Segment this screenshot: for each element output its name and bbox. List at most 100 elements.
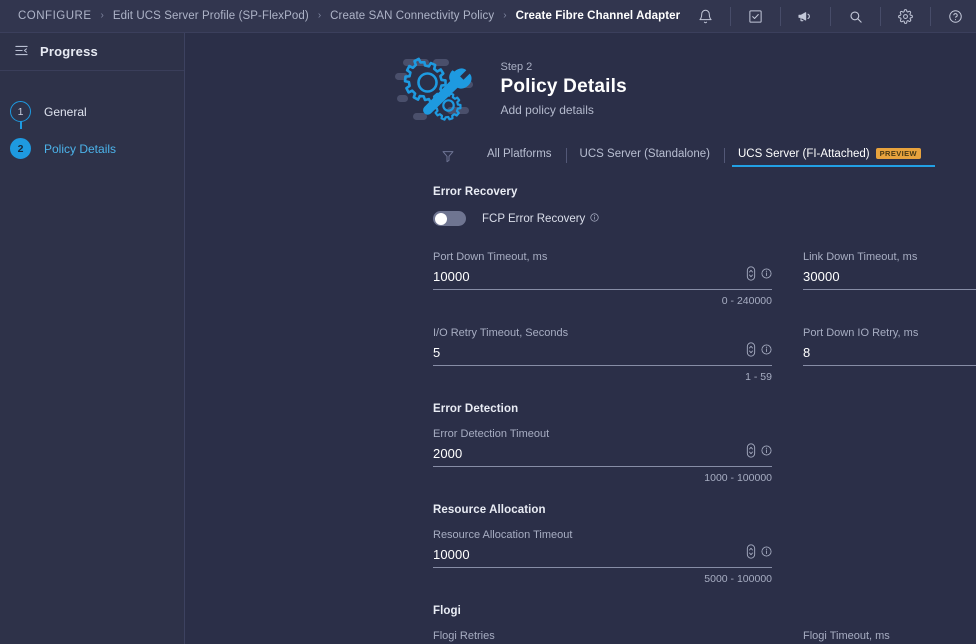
section-title-error-recovery: Error Recovery [433, 186, 518, 198]
field-flogi-timeout: Flogi Timeout, ms 4000 [803, 630, 976, 644]
error-recovery-right-column: Link Down Timeout, ms 30000 Port Down IO… [803, 251, 976, 403]
breadcrumb-item-create-san-connectivity-policy[interactable]: Create SAN Connectivity Policy [330, 10, 494, 22]
field-link-down-timeout: Link Down Timeout, ms 30000 [803, 251, 976, 307]
tab-label: UCS Server (FI-Attached) [737, 147, 870, 160]
breadcrumb-separator: › [317, 10, 322, 21]
tab-ucs-server-standalone[interactable]: UCS Server (Standalone) [565, 147, 724, 167]
sidebar-step-general[interactable]: 1 General [0, 93, 184, 130]
field-flogi-retries: Flogi Retries 8 [433, 630, 772, 644]
field-label: Error Detection Timeout [433, 428, 550, 440]
field-error-detection-timeout: Error Detection Timeout 2000 1000 - 1000… [433, 428, 772, 484]
info-icon[interactable] [590, 212, 599, 225]
field-resource-allocation-timeout: Resource Allocation Timeout 10000 5000 -… [433, 529, 772, 585]
port-down-timeout-input[interactable]: 10000 [433, 266, 772, 290]
resource-allocation-timeout-input[interactable]: 10000 [433, 544, 772, 568]
tab-ucs-server-fi-attached[interactable]: UCS Server (FI-Attached) PREVIEW [723, 147, 936, 167]
filter-funnel-icon[interactable] [441, 149, 455, 166]
fcp-error-recovery-row: FCP Error Recovery [433, 211, 935, 226]
field-controls [746, 443, 772, 462]
info-icon[interactable] [761, 268, 772, 282]
breadcrumb-item-create-fibre-channel-adapter: Create Fibre Channel Adapter [515, 10, 681, 22]
page-body: Progress 1 General 2 Policy Details Step… [0, 33, 976, 644]
error-detection-right-column [803, 428, 976, 504]
task-list-icon[interactable] [730, 0, 780, 33]
fcp-error-recovery-toggle[interactable] [433, 211, 466, 226]
tab-all-platforms[interactable]: All Platforms [473, 148, 566, 167]
port-down-io-retry-input[interactable]: 8 [803, 344, 976, 366]
collapse-panel-icon[interactable] [14, 43, 29, 61]
field-controls [746, 266, 772, 285]
field-range-hint: 0 - 255 [803, 371, 976, 383]
stepper-icon[interactable] [746, 342, 756, 360]
stepper-icon[interactable] [746, 443, 756, 461]
link-down-timeout-input[interactable]: 30000 [803, 268, 976, 290]
gear-icon[interactable] [880, 0, 930, 33]
resource-allocation-fields: Resource Allocation Timeout 10000 5000 -… [433, 529, 935, 605]
fcp-error-recovery-label: FCP Error Recovery [482, 212, 586, 225]
field-controls [746, 342, 772, 361]
top-navigation-bar: CONFIGURE › Edit UCS Server Profile (SP-… [0, 0, 976, 33]
error-recovery-left-column: Port Down Timeout, ms 10000 0 - 240000 I… [433, 251, 772, 403]
gears-wrench-icon [391, 51, 479, 127]
field-port-down-io-retry: Port Down IO Retry, ms 8 [803, 327, 976, 383]
announcement-icon[interactable] [780, 0, 830, 33]
top-bar-actions: Haseeb Niazi [680, 0, 976, 33]
breadcrumb-item-edit-ucs-server-profile[interactable]: Edit UCS Server Profile (SP-FlexPod) [113, 10, 309, 22]
policy-details-form: Error Recovery FCP Error Recovery Port D… [185, 170, 976, 644]
section-title-flogi: Flogi [433, 605, 461, 617]
info-icon[interactable] [761, 546, 772, 560]
sidebar-step-policy-details[interactable]: 2 Policy Details [0, 130, 184, 167]
flogi-fields: Flogi Retries 8 [433, 630, 935, 644]
progress-title: Progress [40, 44, 98, 59]
bell-icon[interactable] [680, 0, 730, 33]
field-value: 8 [803, 345, 811, 360]
io-retry-timeout-input[interactable]: 5 [433, 342, 772, 366]
step-label-policy-details: Policy Details [44, 141, 117, 156]
preview-badge: PREVIEW [875, 148, 921, 159]
step-number-badge: 1 [10, 101, 31, 122]
stepper-icon[interactable] [746, 544, 756, 562]
step-header: Step 2 Policy Details Add policy details [185, 33, 976, 127]
field-range-hint: 1 - 59 [745, 371, 772, 383]
stepper-icon[interactable] [746, 266, 756, 284]
progress-sidebar: Progress 1 General 2 Policy Details [0, 33, 185, 644]
field-port-down-timeout: Port Down Timeout, ms 10000 0 - 240000 [433, 251, 772, 307]
field-label: Flogi Timeout, ms [803, 630, 890, 642]
step-kicker: Step 2 [500, 61, 533, 73]
field-range-hint: 1000 - 100000 [704, 472, 772, 484]
step-number-badge: 2 [10, 138, 31, 159]
section-title-error-detection: Error Detection [433, 403, 519, 415]
error-detection-left-column: Error Detection Timeout 2000 1000 - 1000… [433, 428, 772, 504]
field-io-retry-timeout: I/O Retry Timeout, Seconds 5 1 - 59 [433, 327, 772, 383]
info-icon[interactable] [761, 445, 772, 459]
error-detection-fields: Error Detection Timeout 2000 1000 - 1000… [433, 428, 935, 504]
field-value: 10000 [433, 269, 470, 284]
field-value: 5 [433, 345, 441, 360]
breadcrumb-item-configure[interactable]: CONFIGURE [18, 10, 92, 22]
field-label: I/O Retry Timeout, Seconds [433, 327, 569, 339]
flogi-right-column: Flogi Timeout, ms 4000 [803, 630, 976, 644]
info-icon[interactable] [761, 344, 772, 358]
field-controls [746, 544, 772, 563]
field-value: 30000 [803, 269, 840, 284]
field-label: Port Down Timeout, ms [433, 251, 548, 263]
search-icon[interactable] [830, 0, 880, 33]
breadcrumb-separator: › [100, 10, 104, 21]
section-title-resource-allocation: Resource Allocation [433, 504, 546, 516]
field-label: Resource Allocation Timeout [433, 529, 573, 541]
help-icon[interactable] [930, 0, 976, 33]
error-detection-timeout-input[interactable]: 2000 [433, 443, 772, 467]
page-title: Policy Details [500, 76, 627, 97]
field-label: Link Down Timeout, ms [803, 251, 918, 263]
tab-label: UCS Server (Standalone) [579, 147, 710, 160]
field-label: Port Down IO Retry, ms [803, 327, 919, 339]
field-value: 10000 [433, 547, 470, 562]
field-range-hint: 0 - 240000 [721, 295, 772, 307]
error-recovery-fields: Port Down Timeout, ms 10000 0 - 240000 I… [433, 251, 976, 403]
toggle-knob [434, 212, 447, 225]
step-label-general: General [44, 104, 87, 119]
breadcrumb: CONFIGURE › Edit UCS Server Profile (SP-… [18, 10, 680, 22]
main-content: Step 2 Policy Details Add policy details… [185, 33, 976, 644]
platform-tab-bar: All Platforms UCS Server (Standalone) UC… [185, 144, 976, 170]
tab-label: All Platforms [487, 147, 552, 160]
